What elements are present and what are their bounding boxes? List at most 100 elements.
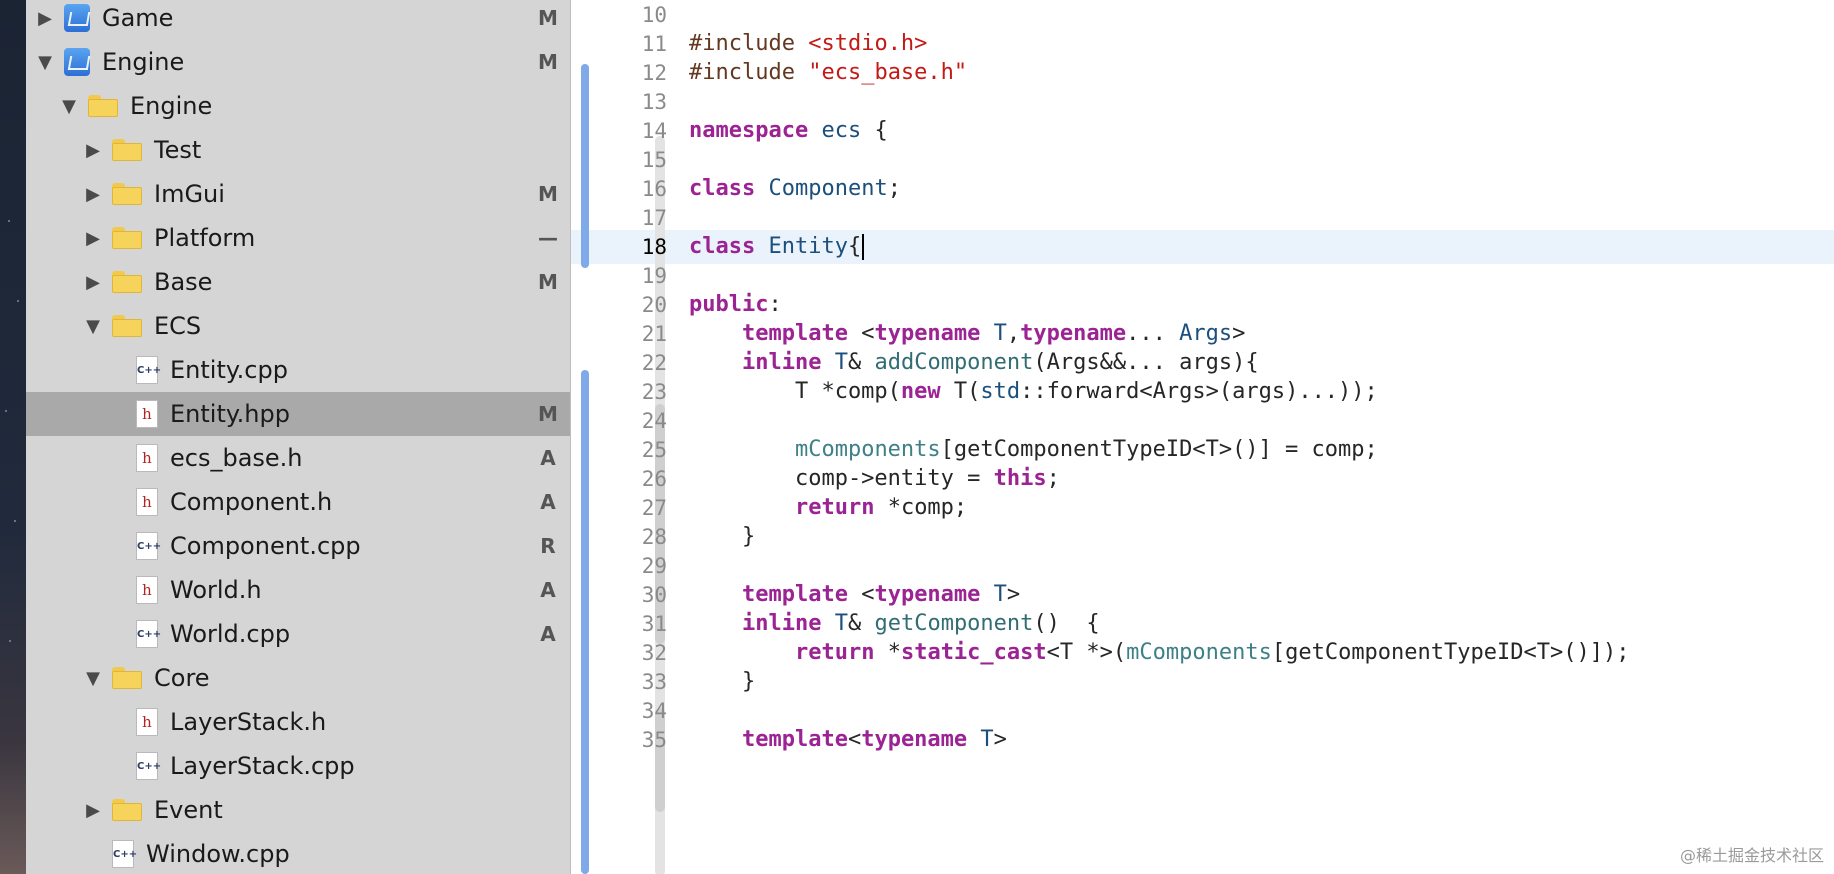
disclosure-expanded-icon[interactable]: ▼ (58, 95, 80, 117)
navigator-item[interactable]: ▶ Base M (26, 260, 570, 304)
navigator-item[interactable]: ▶ Game M (26, 0, 570, 40)
code-token: ; (887, 176, 901, 201)
navigator-item[interactable]: h Entity.hpp M (26, 392, 570, 436)
source-control-status-badge: M (538, 402, 558, 426)
code-token: Args (1179, 321, 1233, 346)
code-token: Component (768, 176, 888, 201)
code-line[interactable]: } (689, 665, 755, 699)
code-line[interactable]: } (689, 520, 755, 554)
navigator-item[interactable]: h ecs_base.h A (26, 436, 570, 480)
code-token: } (689, 669, 756, 694)
disclosure-collapsed-icon[interactable]: ▶ (82, 271, 104, 293)
navigator-item[interactable]: h World.h A (26, 568, 570, 612)
navigator-item[interactable]: h Component.h A (26, 480, 570, 524)
navigator-item[interactable]: ▼ Engine M (26, 40, 570, 84)
navigator-item[interactable]: ▶ Test (26, 128, 570, 172)
navigator-item[interactable]: ▼ Engine (26, 84, 570, 128)
navigator-item-label: Entity.hpp (170, 400, 290, 428)
code-token: * (874, 640, 901, 665)
code-token: & (847, 611, 875, 636)
code-line[interactable]: #include "ecs_base.h" (689, 56, 967, 90)
navigator-item[interactable]: ▶ Event (26, 788, 570, 832)
code-token: < (847, 727, 862, 752)
code-token: getComponent (874, 611, 1034, 636)
code-token: static_cast (900, 640, 1047, 665)
code-token: [getComponentTypeID<T>()]); (1271, 640, 1630, 665)
source-control-status-badge: A (540, 622, 556, 646)
source-control-status-badge: M (538, 6, 558, 30)
code-token: , (1006, 321, 1021, 346)
disclosure-collapsed-icon[interactable]: ▶ (82, 183, 104, 205)
code-line[interactable]: class Entity{ (689, 230, 865, 264)
disclosure-collapsed-icon[interactable]: ▶ (82, 139, 104, 161)
line-number[interactable]: 35 (611, 723, 667, 757)
disclosure-collapsed-icon[interactable]: ▶ (82, 227, 104, 249)
disclosure-expanded-icon[interactable]: ▼ (82, 667, 104, 689)
code-token: > (1006, 582, 1021, 607)
navigator-item[interactable]: ▶ ImGui M (26, 172, 570, 216)
code-line[interactable]: template<typename T> (689, 723, 1007, 757)
source-editor[interactable]: @稀土掘金技术社区 10 11 #include <stdio.h> 12 #inclu… (571, 0, 1834, 874)
navigator-item[interactable]: ▼ ECS (26, 304, 570, 348)
navigator-item-label: Game (102, 4, 174, 32)
code-line[interactable]: T *comp(new T(std::forward<Args>(args)..… (689, 375, 1378, 409)
disclosure-collapsed-icon[interactable]: ▶ (34, 7, 56, 29)
cpp-file-icon: C++ (136, 356, 161, 384)
code-token: > (1232, 321, 1246, 346)
code-token: addComponent (874, 350, 1034, 375)
navigator-item[interactable]: h LayerStack.h (26, 700, 570, 744)
code-token: (Args&&... args){ (1033, 350, 1259, 375)
code-token: inline (741, 350, 822, 375)
code-token: return (794, 640, 875, 665)
code-token: T( (940, 379, 981, 404)
code-token: class (689, 176, 756, 201)
code-token: mComponents (794, 437, 941, 462)
folder-icon (112, 227, 142, 249)
code-token: template (741, 727, 848, 752)
navigator-item[interactable]: C++ World.cpp A (26, 612, 570, 656)
navigator-item[interactable]: C++ LayerStack.cpp (26, 744, 570, 788)
code-token: [getComponentTypeID<T>()] = comp; (940, 437, 1378, 462)
disclosure-expanded-icon[interactable]: ▼ (82, 315, 104, 337)
code-line[interactable]: namespace ecs { (689, 114, 888, 148)
source-control-status-badge: M (538, 182, 558, 206)
navigator-item[interactable]: ▼ Core (26, 656, 570, 700)
disclosure-collapsed-icon[interactable]: ▶ (82, 799, 104, 821)
navigator-item-label: Window.cpp (146, 840, 290, 868)
code-line[interactable]: class Component; (689, 172, 901, 206)
source-control-status-badge: A (540, 490, 556, 514)
navigator-item[interactable]: C++ Window.cpp (26, 832, 570, 874)
navigator-item-label: Platform (154, 224, 256, 252)
text-cursor (862, 234, 865, 260)
project-navigator: ▶ Game M ▼ Engine M ▼ Engine ▶ Test ▶ ImGui M ▶ Platfo… (26, 0, 570, 874)
navigator-item-label: Test (154, 136, 202, 164)
code-token: () { (1033, 611, 1100, 636)
code-token: ecs (821, 118, 862, 143)
code-token: typename (874, 582, 981, 607)
code-token: < (847, 321, 875, 346)
navigator-item[interactable]: ▶ Platform — (26, 216, 570, 260)
navigator-item-label: ECS (154, 312, 202, 340)
code-token: { (847, 234, 862, 259)
navigator-item[interactable]: C++ Entity.cpp (26, 348, 570, 392)
code-token: { (861, 118, 888, 143)
code-token: ::forward<Args>(args)...)); (1020, 379, 1378, 404)
xcode-project-icon (64, 4, 90, 32)
header-file-icon: h (136, 400, 158, 428)
code-token: T (834, 611, 848, 636)
cpp-file-icon: C++ (136, 620, 161, 648)
code-token: class (689, 234, 756, 259)
code-line[interactable]: return *static_cast<T *>(mComponents[get… (689, 636, 1630, 670)
disclosure-expanded-icon[interactable]: ▼ (34, 51, 56, 73)
navigator-item[interactable]: C++ Component.cpp R (26, 524, 570, 568)
navigator-item-label: LayerStack.cpp (170, 752, 355, 780)
